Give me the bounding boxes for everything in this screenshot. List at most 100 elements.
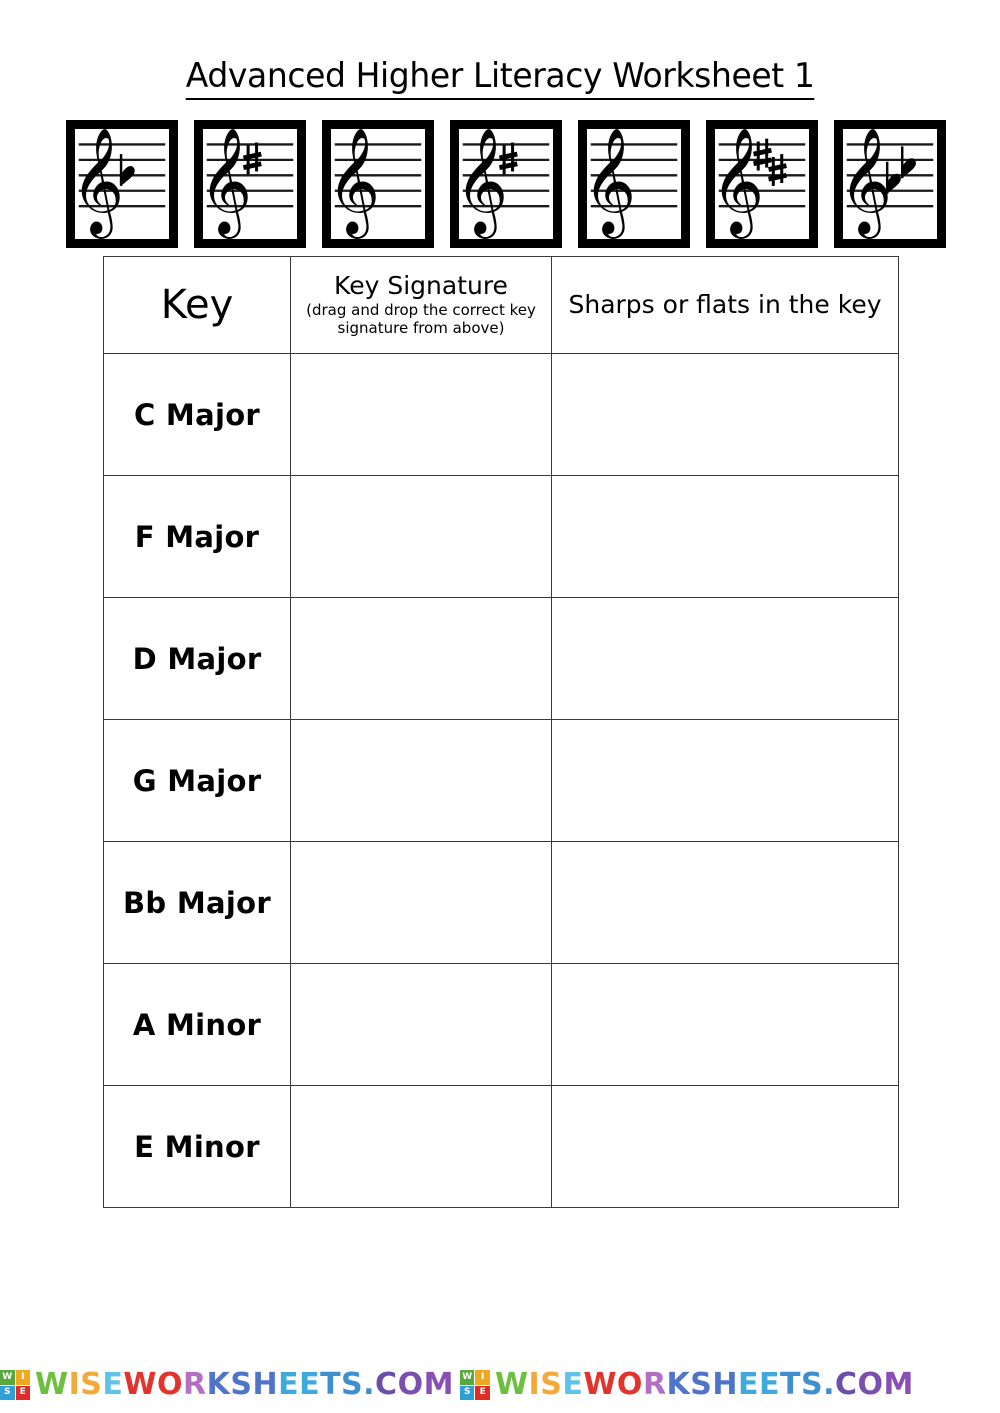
key-signature-drop-cell[interactable]: [290, 353, 552, 476]
wise-badge-letter: E: [475, 1385, 490, 1400]
wordmark-letter: O: [616, 1367, 643, 1402]
wise-badge-icon: WISE: [0, 1370, 30, 1400]
sharps-or-flats-answer-cell[interactable]: [551, 1085, 899, 1208]
column-header-key-signature-instruction: (drag and drop the correct key signature…: [306, 300, 536, 338]
key-signature-card-1-sharp-b[interactable]: 𝄞: [450, 120, 562, 248]
wise-badge-letter: I: [475, 1370, 490, 1385]
key-signature-card-1-flat[interactable]: 𝄞: [66, 120, 178, 248]
key-signature-staff: 𝄞: [841, 127, 939, 241]
staff-graphic: 𝄞: [459, 129, 550, 238]
wise-badge-letter: S: [0, 1385, 15, 1400]
key-signature-staff: 𝄞: [329, 127, 427, 241]
key-signature-card-none-a[interactable]: 𝄞: [322, 120, 434, 248]
wordmark-letter: S: [540, 1367, 563, 1402]
column-header-sharps-or-flats-label: Sharps or flats in the key: [568, 289, 882, 319]
key-signature-staff: 𝄞: [713, 127, 811, 241]
key-name-cell: E Minor: [103, 1085, 291, 1208]
wordmark-letter: E: [562, 1367, 584, 1402]
wordmark-letter: M: [883, 1367, 914, 1402]
wiseworksheets-wordmark: WISEWORKSHEETS.COM: [35, 1370, 454, 1400]
wordmark-letter: C: [835, 1367, 858, 1402]
wiseworksheets-wordmark: WISEWORKSHEETS.COM: [495, 1370, 914, 1400]
key-signature-drop-cell[interactable]: [290, 963, 552, 1086]
wise-badge-icon: WISE: [459, 1370, 490, 1400]
table-body: C Major F Major D Major G Major Bb Major A Mi…: [103, 353, 899, 1208]
wordmark-letter: E: [278, 1367, 300, 1402]
key-signature-drop-cell[interactable]: [290, 1085, 552, 1208]
column-header-sharps-or-flats: Sharps or flats in the key: [551, 256, 899, 354]
wordmark-letter: O: [397, 1367, 424, 1402]
wordmark-letter: R: [642, 1367, 667, 1402]
sharps-or-flats-answer-cell[interactable]: [551, 963, 899, 1086]
treble-clef-icon: 𝄞: [203, 129, 252, 238]
key-signature-drop-cell[interactable]: [290, 841, 552, 964]
wordmark-letter: .: [823, 1367, 835, 1402]
staff-graphic: 𝄞: [843, 129, 934, 238]
key-signature-card-none-b[interactable]: 𝄞: [578, 120, 690, 248]
wordmark-letter: M: [423, 1367, 454, 1402]
wordmark-letter: H: [252, 1367, 279, 1402]
wordmark-letter: S: [230, 1367, 253, 1402]
wiseworksheets-logo: WISEWISEWORKSHEETS.COM: [459, 1370, 914, 1400]
page-header: Advanced Higher Literacy Worksheet 1: [0, 56, 1000, 100]
wordmark-letter: C: [375, 1367, 398, 1402]
key-signature-card-1-sharp[interactable]: 𝄞: [194, 120, 306, 248]
page-title: Advanced Higher Literacy Worksheet 1: [185, 56, 815, 100]
wordmark-letter: W: [35, 1367, 69, 1402]
staff-graphic: 𝄞: [715, 129, 806, 238]
treble-clef-icon: 𝄞: [331, 129, 380, 238]
key-signature-card-strip: 𝄞 𝄞 𝄞 𝄞 𝄞 𝄞 𝄞: [66, 120, 946, 252]
wordmark-letter: E: [299, 1367, 321, 1402]
column-header-key-label: Key: [160, 282, 234, 328]
wordmark-letter: E: [102, 1367, 124, 1402]
table-row: F Major: [103, 475, 899, 598]
table-row: E Minor: [103, 1085, 899, 1208]
table-header-row: Key Key Signature (drag and drop the cor…: [103, 256, 899, 354]
sharps-or-flats-answer-cell[interactable]: [551, 475, 899, 598]
key-name-cell: A Minor: [103, 963, 291, 1086]
wordmark-letter: I: [528, 1367, 541, 1402]
wordmark-letter: K: [666, 1367, 691, 1402]
wise-badge-letter: E: [15, 1385, 30, 1400]
sharps-or-flats-answer-cell[interactable]: [551, 841, 899, 964]
wordmark-letter: E: [759, 1367, 781, 1402]
wordmark-letter: O: [156, 1367, 183, 1402]
key-signature-staff: 𝄞: [201, 127, 299, 241]
table-row: A Minor: [103, 963, 899, 1086]
table-row: Bb Major: [103, 841, 899, 964]
key-signature-card-2-flats[interactable]: 𝄞: [834, 120, 946, 248]
staff-graphic: 𝄞: [75, 129, 166, 238]
table-row: D Major: [103, 597, 899, 720]
key-signature-drop-cell[interactable]: [290, 719, 552, 842]
staff-graphic: 𝄞: [331, 129, 422, 238]
key-signature-table: Key Key Signature (drag and drop the cor…: [103, 256, 899, 1208]
table-row: C Major: [103, 353, 899, 476]
wordmark-letter: T: [780, 1367, 801, 1402]
flat-icon: [900, 146, 916, 179]
site-footer-logo-band: WISEWISEWORKSHEETS.COMWISEWISEWORKSHEETS…: [0, 1361, 1000, 1409]
wordmark-letter: K: [206, 1367, 231, 1402]
key-signature-drop-cell[interactable]: [290, 597, 552, 720]
wordmark-letter: S: [800, 1367, 824, 1402]
key-name-cell: C Major: [103, 353, 291, 476]
wise-badge-letter: W: [0, 1370, 15, 1385]
treble-clef-icon: 𝄞: [75, 129, 124, 238]
wordmark-letter: W: [494, 1367, 529, 1402]
sharps-or-flats-answer-cell[interactable]: [551, 353, 899, 476]
column-header-key: Key: [103, 256, 291, 354]
wordmark-letter: R: [182, 1367, 207, 1402]
staff-graphic: 𝄞: [203, 129, 294, 238]
wise-badge-letter: S: [459, 1385, 475, 1400]
key-signature-card-2-sharps[interactable]: 𝄞: [706, 120, 818, 248]
wise-badge-letter: W: [459, 1370, 475, 1385]
wordmark-letter: W: [583, 1367, 617, 1402]
sharps-or-flats-answer-cell[interactable]: [551, 597, 899, 720]
column-header-key-signature: Key Signature (drag and drop the correct…: [290, 256, 552, 354]
key-name-cell: Bb Major: [103, 841, 291, 964]
sharps-or-flats-answer-cell[interactable]: [551, 719, 899, 842]
key-name-cell: D Major: [103, 597, 291, 720]
key-signature-drop-cell[interactable]: [290, 475, 552, 598]
wordmark-letter: H: [712, 1367, 739, 1402]
wordmark-letter: S: [341, 1367, 364, 1402]
wordmark-letter: O: [857, 1367, 884, 1402]
